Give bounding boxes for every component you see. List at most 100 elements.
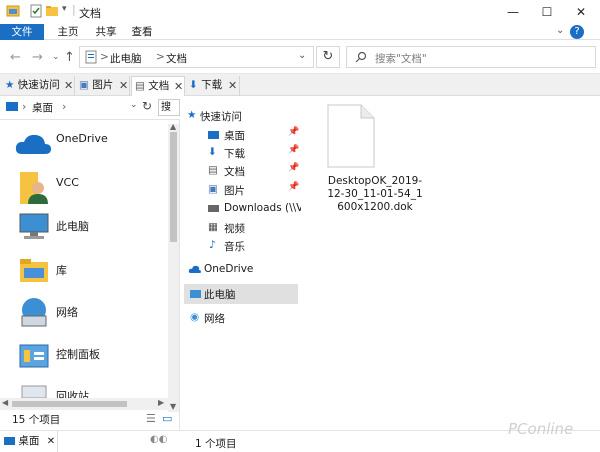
ribbon-tab-share[interactable]: 共享	[86, 24, 126, 40]
file-name[interactable]: DesktopOK_2019-12-30_11-01-54_1600x1200.…	[325, 175, 425, 214]
scroll-thumb[interactable]	[12, 401, 127, 407]
close-tab-icon[interactable]: ✕	[119, 76, 128, 95]
back-icon[interactable]: ←	[10, 50, 21, 65]
navigation-pane: ★ 快速访问 桌面 📌 ⬇ 下载 📌 ▤ 文档 📌 ▣ 图片 📌 Downloa…	[181, 96, 311, 430]
scroll-up-icon[interactable]: ▲	[170, 122, 176, 131]
nav-label: 文档	[224, 166, 245, 178]
left-search-button[interactable]: 搜	[158, 99, 180, 116]
left-item-label[interactable]: 回收站	[56, 388, 89, 398]
music-icon: ♪	[209, 239, 216, 251]
nav-item-documents[interactable]: ▤ 文档 📌	[184, 161, 299, 181]
nav-item-network[interactable]: ◉ 网络	[184, 308, 298, 328]
close-tab-icon[interactable]: ✕	[64, 76, 73, 95]
left-item-label[interactable]: OneDrive	[56, 132, 108, 145]
tab-quick-access[interactable]: ★ 快速访问 ✕	[2, 76, 75, 96]
bottom-tab-label: 桌面	[18, 435, 40, 447]
left-dropdown-icon[interactable]: ⌄	[130, 100, 138, 110]
close-tab-icon[interactable]: ✕	[174, 77, 183, 96]
search-placeholder: 搜索"文档"	[375, 53, 427, 65]
left-horizontal-scrollbar[interactable]: ◀ ▶	[0, 398, 168, 410]
left-item-label[interactable]: VCC	[56, 176, 79, 189]
download-icon: ⬇	[189, 79, 198, 91]
nav-item-network-downloads[interactable]: Downloads (\\VB	[184, 199, 311, 219]
ribbon-tab-view[interactable]: 查看	[122, 24, 162, 40]
left-crumb-desktop[interactable]: 桌面	[32, 100, 53, 115]
nav-label: 视频	[224, 223, 245, 235]
nav-label: 快速访问	[200, 111, 242, 123]
nav-item-downloads[interactable]: ⬇ 下载 📌	[184, 143, 299, 163]
left-refresh-icon[interactable]: ↻	[142, 99, 152, 113]
desktop-icon	[4, 437, 15, 445]
tab-options-icon[interactable]: ◐◐	[150, 434, 167, 445]
address-row: ← → ⌄ ↑ > 此电脑 > 文档 ⌄ ↻ 搜索"文档"	[0, 40, 600, 74]
nav-item-onedrive[interactable]: OneDrive	[184, 260, 298, 280]
properties-icon[interactable]	[29, 4, 43, 18]
video-icon: ▦	[208, 221, 218, 233]
pin-icon[interactable]: 📌	[288, 182, 299, 192]
scroll-thumb[interactable]	[170, 132, 177, 242]
nav-label: 图片	[224, 185, 245, 197]
left-item-label[interactable]: 库	[56, 262, 67, 278]
scroll-right-icon[interactable]: ▶	[158, 398, 164, 407]
breadcrumb-separator: >	[156, 51, 165, 63]
tab-downloads[interactable]: ⬇ 下载 ✕	[186, 76, 240, 96]
scroll-down-icon[interactable]: ▼	[170, 402, 176, 411]
bottom-tab-desktop[interactable]: 桌面 ✕	[0, 431, 58, 452]
nav-label: 此电脑	[204, 289, 236, 301]
left-item-label[interactable]: 网络	[56, 304, 78, 320]
recent-dropdown-icon[interactable]: ⌄	[52, 52, 60, 62]
forward-icon[interactable]: →	[32, 50, 43, 65]
maximize-button[interactable]: ☐	[530, 0, 564, 24]
pin-icon[interactable]: 📌	[288, 145, 299, 155]
generic-file-icon[interactable]	[327, 104, 375, 168]
ribbon-expand-icon[interactable]: ⌄	[556, 25, 564, 36]
search-icon	[355, 51, 367, 63]
breadcrumb-documents[interactable]: 文档	[166, 51, 187, 66]
address-bar[interactable]: > 此电脑 > 文档 ⌄	[79, 46, 314, 68]
ribbon-tab-home[interactable]: 主页	[48, 24, 88, 40]
search-input[interactable]: 搜索"文档"	[346, 46, 596, 68]
up-icon[interactable]: ↑	[64, 50, 75, 65]
details-view-icon[interactable]: ☰	[146, 412, 156, 425]
nav-item-this-pc[interactable]: 此电脑	[184, 284, 298, 304]
nav-item-videos[interactable]: ▦ 视频	[184, 218, 298, 238]
document-icon: ▤	[208, 164, 218, 176]
tab-pictures[interactable]: ▣ 图片 ✕	[76, 76, 130, 96]
qat-dropdown-icon[interactable]: ▾	[62, 4, 67, 14]
watermark-logo: PConline	[508, 420, 574, 438]
tab-label: 图片	[92, 79, 114, 91]
star-icon: ★	[187, 109, 197, 121]
title-bar: ▾ | 文档 — ☐ ✕	[0, 0, 600, 24]
help-icon[interactable]: ?	[570, 25, 584, 39]
address-dropdown-icon[interactable]: ⌄	[298, 50, 306, 61]
minimize-button[interactable]: —	[496, 0, 530, 24]
left-item-label[interactable]: 控制面板	[56, 346, 100, 362]
nav-item-desktop[interactable]: 桌面 📌	[184, 125, 299, 145]
left-item-label[interactable]: 此电脑	[56, 218, 89, 234]
new-folder-icon[interactable]	[45, 4, 59, 18]
close-tab-icon[interactable]: ✕	[47, 436, 55, 447]
app-icon	[6, 5, 20, 17]
control-panel-icon	[19, 344, 49, 368]
breadcrumb-separator: >	[100, 51, 109, 63]
folder-tab-strip: ★ 快速访问 ✕ ▣ 图片 ✕ ▤ 文档 ✕ ⬇ 下载 ✕	[0, 74, 600, 96]
desktop-icon	[208, 131, 219, 139]
left-vertical-scrollbar[interactable]: ▲ ▼	[168, 122, 179, 412]
close-button[interactable]: ✕	[564, 0, 598, 24]
ribbon-tab-file[interactable]: 文件	[0, 24, 44, 40]
document-location-icon	[85, 50, 97, 64]
nav-item-pictures[interactable]: ▣ 图片 📌	[184, 180, 299, 200]
tab-label: 快速访问	[17, 79, 60, 91]
breadcrumb-this-pc[interactable]: 此电脑	[110, 51, 142, 66]
close-tab-icon[interactable]: ✕	[228, 76, 237, 95]
refresh-button[interactable]: ↻	[316, 46, 340, 68]
library-icon	[20, 259, 48, 282]
picture-icon: ▣	[208, 183, 218, 195]
tab-documents[interactable]: ▤ 文档 ✕	[131, 76, 185, 96]
nav-item-music[interactable]: ♪ 音乐	[184, 236, 298, 256]
nav-quick-access[interactable]: ★ 快速访问	[184, 106, 298, 126]
pin-icon[interactable]: 📌	[288, 127, 299, 137]
scroll-left-icon[interactable]: ◀	[2, 398, 8, 407]
pin-icon[interactable]: 📌	[288, 163, 299, 173]
large-icons-view-icon[interactable]: ▭	[162, 412, 172, 425]
